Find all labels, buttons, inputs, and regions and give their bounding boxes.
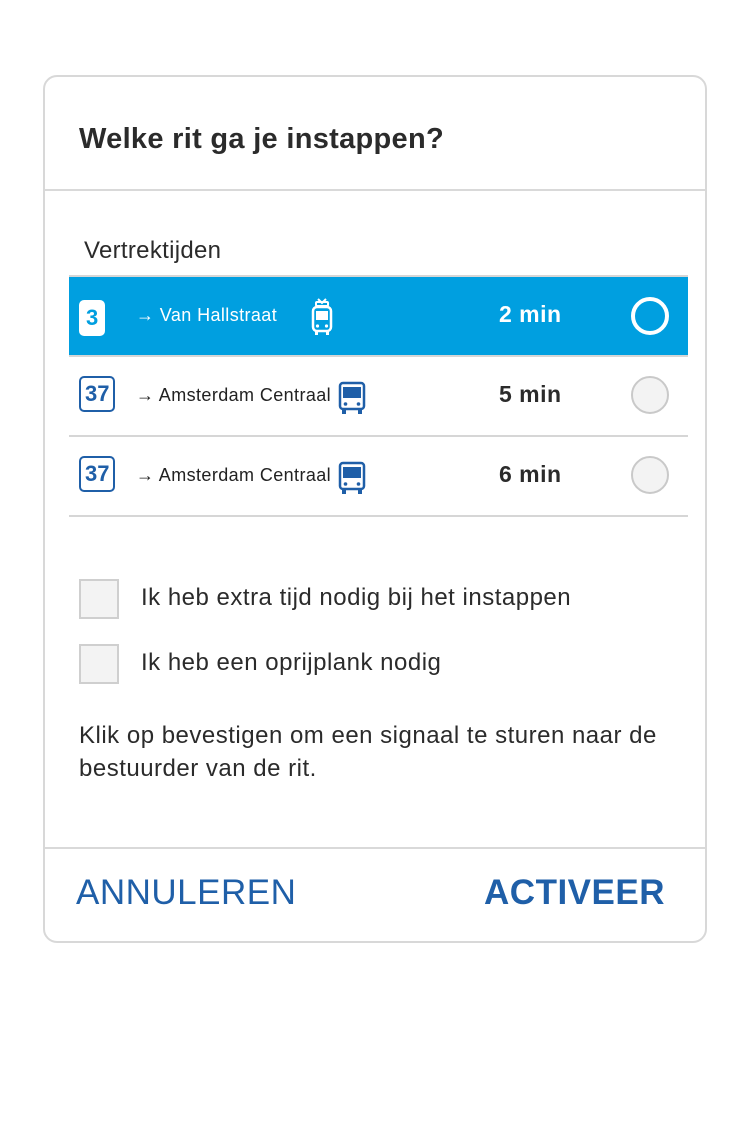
departure-row[interactable]: 3 → Van Hallstraat 2 min xyxy=(69,275,688,357)
departure-time: 2 min xyxy=(499,301,562,327)
destination-label: → Van Hallstraat xyxy=(136,305,278,325)
section-label-departures: Vertrektijden xyxy=(84,237,222,264)
departure-radio[interactable] xyxy=(631,456,669,494)
ramp-checkbox[interactable] xyxy=(79,644,119,684)
line-number-badge: 3 xyxy=(79,300,106,336)
departure-list: 3 → Van Hallstraat 2 min 37 → Amsterdam … xyxy=(69,275,688,517)
bus-icon xyxy=(338,381,366,414)
extra-time-checkbox[interactable] xyxy=(79,579,119,619)
bus-icon xyxy=(338,461,366,494)
extra-time-label: Ik heb extra tijd nodig bij het instappe… xyxy=(141,584,572,611)
title-divider xyxy=(45,189,705,191)
ramp-label: Ik heb een oprijplank nodig xyxy=(141,649,442,676)
footer-divider xyxy=(45,847,705,849)
destination-label: → Amsterdam Centraal xyxy=(136,385,332,405)
activate-button[interactable]: ACTIVEER xyxy=(484,873,665,913)
dialog-title: Welke rit ga je instappen? xyxy=(79,123,445,155)
departure-radio[interactable] xyxy=(631,376,669,414)
departure-time: 6 min xyxy=(499,461,562,487)
departure-radio[interactable] xyxy=(631,297,669,335)
line-number-badge: 37 xyxy=(79,456,116,492)
info-text: Klik op bevestigen om een signaal te stu… xyxy=(79,722,657,782)
destination-label: → Amsterdam Centraal xyxy=(136,465,332,485)
departure-row[interactable]: 37 → Amsterdam Centraal 5 min xyxy=(69,357,688,437)
line-number-badge: 37 xyxy=(79,376,116,412)
departure-row[interactable]: 37 → Amsterdam Centraal 6 min xyxy=(69,437,688,517)
tram-icon xyxy=(311,298,333,335)
departure-time: 5 min xyxy=(499,381,562,407)
option-extra-time[interactable]: Ik heb extra tijd nodig bij het instappe… xyxy=(79,579,679,619)
option-ramp[interactable]: Ik heb een oprijplank nodig xyxy=(79,644,679,684)
departure-dialog: Welke rit ga je instappen? Vertrektijden… xyxy=(43,75,707,943)
cancel-button[interactable]: ANNULEREN xyxy=(76,873,296,913)
